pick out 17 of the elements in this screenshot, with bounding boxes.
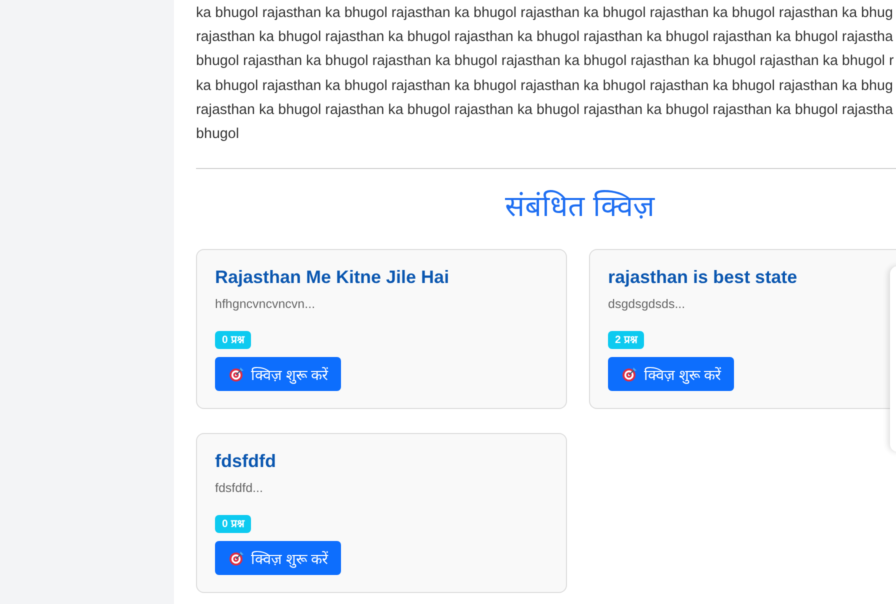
quiz-title: rajasthan is best state — [608, 266, 798, 288]
article-paragraph: ka bhugol rajasthan ka bhugol rajasthan ka bhugol rajasthan ka bhugol rajasthan ka bhugol rajasthan ka bhug rajasthan ka bhugol rajasthan ka bhugol rajasthan ka bhugol rajasthan ka bhugol rajasthan ka bhugol rajastha bhugol rajasthan ka bhugol rajasthan ka bhugol rajasthan ka bhugol rajasthan ka bhugol rajasthan ka bhugol r ka bhugol rajasthan ka bhugol rajasthan ka bhugol rajasthan ka bhugol rajasthan ka bhugol rajasthan ka bhug rajasthan ka bhugol rajasthan ka bhugol rajasthan ka bhugol rajasthan ka bhugol rajasthan ka bhugol rajastha bhugol — [196, 4, 894, 144]
target-icon — [229, 550, 244, 566]
question-count-badge: 0 प्रश्न — [215, 331, 251, 350]
target-icon — [229, 366, 244, 382]
quiz-description: dsgdsgdsds... — [608, 296, 686, 314]
question-count-badge: 2 प्रश्न — [608, 331, 644, 350]
start-quiz-button[interactable]: क्विज़ शुरू करें — [215, 541, 342, 576]
section-heading: संबंधित क्विज़ — [504, 189, 656, 226]
quiz-description: hfhgncvncvncvn... — [215, 296, 316, 314]
quiz-description: fdsfdfd... — [215, 480, 263, 498]
quiz-title: fdsfdfd — [215, 450, 276, 472]
question-count-badge: 0 प्रश्न — [215, 515, 251, 534]
target-icon — [622, 366, 637, 382]
quiz-title: Rajasthan Me Kitne Jile Hai — [215, 266, 450, 288]
start-quiz-button[interactable]: क्विज़ शुरू करें — [215, 357, 342, 392]
start-quiz-button[interactable]: क्विज़ शुरू करें — [608, 357, 734, 392]
